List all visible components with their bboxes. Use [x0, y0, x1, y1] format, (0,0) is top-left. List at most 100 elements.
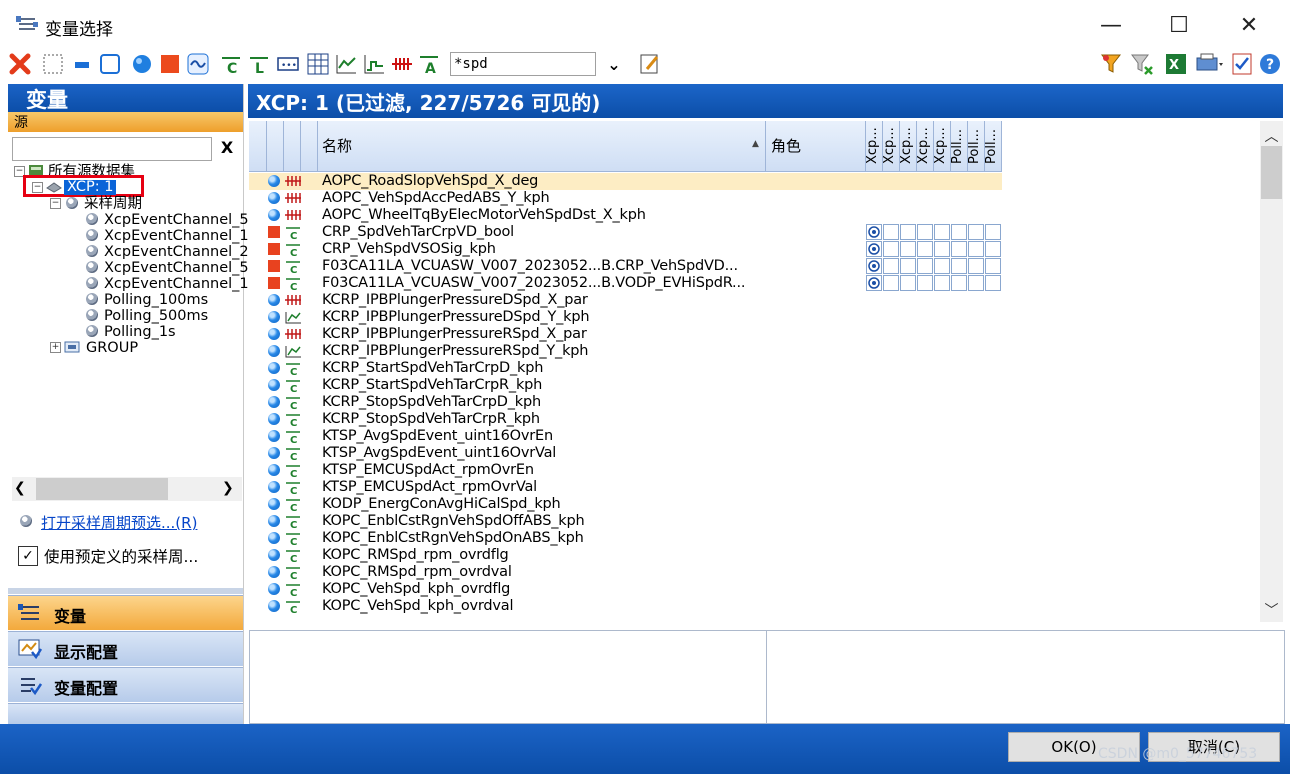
source-search-input[interactable]: [12, 137, 212, 161]
use-predefined-checkbox[interactable]: ✓: [18, 546, 38, 566]
table-row[interactable]: C CRP_SpdVehTarCrpVD_bool: [249, 224, 1260, 241]
column-header-channel[interactable]: Xcp...: [917, 124, 933, 170]
table-row[interactable]: AOPC_WheelTqByElecMotorVehSpdDst_X_kph: [249, 207, 1260, 224]
channel-cell-active[interactable]: [866, 241, 882, 257]
maximize-button[interactable]: ☐: [1156, 8, 1202, 44]
scrollbar-thumb[interactable]: [1261, 146, 1282, 199]
table-row[interactable]: KCRP_IPBPlungerPressureDSpd_X_par: [249, 292, 1260, 309]
channel-cell[interactable]: [900, 275, 916, 291]
column-header-channel[interactable]: Poll...: [968, 124, 984, 170]
scroll-down-icon[interactable]: ﹀: [1260, 600, 1283, 620]
channel-cell[interactable]: [934, 258, 950, 274]
channel-cell[interactable]: [951, 224, 967, 240]
close-button[interactable]: ✕: [1226, 8, 1272, 44]
minimize-button[interactable]: —: [1088, 8, 1134, 44]
line-chart-icon[interactable]: [334, 52, 358, 76]
tree-item-channel[interactable]: XcpEventChannel_1: [104, 228, 249, 244]
table-row[interactable]: C KOPC_VehSpd_kph_ovrdval: [249, 598, 1260, 615]
table-row[interactable]: C KOPC_RMSpd_rpm_ovrdflg: [249, 547, 1260, 564]
signal-icon[interactable]: [390, 52, 414, 76]
channel-cell[interactable]: [968, 224, 984, 240]
help-icon[interactable]: ?: [1258, 52, 1282, 76]
channel-cell[interactable]: [985, 275, 1001, 291]
type-l-icon[interactable]: L: [248, 52, 272, 76]
table-row[interactable]: C KOPC_VehSpd_kph_ovrdflg: [249, 581, 1260, 598]
tree-expander[interactable]: −: [50, 198, 61, 209]
channel-cell[interactable]: [968, 258, 984, 274]
nav-variable-config[interactable]: 变量配置: [8, 667, 243, 702]
channel-cell[interactable]: [968, 275, 984, 291]
channel-cell[interactable]: [985, 224, 1001, 240]
nav-variables[interactable]: 变量: [8, 595, 243, 630]
expand-down-icon[interactable]: ⌄: [602, 52, 626, 76]
table-row[interactable]: KCRP_IPBPlungerPressureDSpd_Y_kph: [249, 309, 1260, 326]
column-header-channel[interactable]: Xcp...: [900, 124, 916, 170]
tree-item-channel[interactable]: XcpEventChannel_5: [104, 212, 249, 228]
edit-icon[interactable]: [638, 52, 662, 76]
channel-cell[interactable]: [951, 241, 967, 257]
step-chart-icon[interactable]: [362, 52, 386, 76]
table-row[interactable]: C F03CA11LA_VCUASW_V007_2023052...B.VODP_…: [249, 275, 1260, 292]
checklist-icon[interactable]: [1230, 52, 1254, 76]
select-none-icon[interactable]: [41, 52, 65, 76]
table-row[interactable]: C KCRP_StartSpdVehTarCrpD_kph: [249, 360, 1260, 377]
nav-overflow-bar[interactable]: [8, 703, 243, 724]
table-row[interactable]: C KTSP_AvgSpdEvent_uint16OvrEn: [249, 428, 1260, 445]
print-icon[interactable]: [1194, 52, 1226, 76]
tree-item-channel[interactable]: XcpEventChannel_2: [104, 244, 249, 260]
channel-cell[interactable]: [985, 241, 1001, 257]
channel-cell[interactable]: [934, 241, 950, 257]
channel-cell[interactable]: [934, 275, 950, 291]
channel-cell[interactable]: [934, 224, 950, 240]
filter-icon[interactable]: [1100, 52, 1124, 76]
column-header-channel[interactable]: Xcp...: [866, 124, 882, 170]
table-row[interactable]: C KOPC_RMSpd_rpm_ovrdval: [249, 564, 1260, 581]
channel-cell[interactable]: [900, 241, 916, 257]
channel-cell-active[interactable]: [866, 258, 882, 274]
type-c-icon[interactable]: C: [220, 52, 244, 76]
channel-cell[interactable]: [968, 241, 984, 257]
filter-input[interactable]: *spd: [450, 52, 596, 76]
delete-icon[interactable]: [8, 52, 32, 76]
channel-cell-active[interactable]: [866, 275, 882, 291]
channel-cell-active[interactable]: [866, 224, 882, 240]
channel-cell[interactable]: [917, 224, 933, 240]
tree-item-group[interactable]: GROUP: [86, 340, 138, 356]
column-header-channel[interactable]: Xcp...: [934, 124, 950, 170]
channel-cell[interactable]: [900, 258, 916, 274]
table-row[interactable]: KCRP_IPBPlungerPressureRSpd_Y_kph: [249, 343, 1260, 360]
panel-splitter[interactable]: [8, 588, 243, 594]
column-header-channel[interactable]: Poll...: [951, 124, 967, 170]
table-row[interactable]: C KTSP_EMCUSpdAct_rpmOvrVal: [249, 479, 1260, 496]
nav-display-config[interactable]: 显示配置: [8, 631, 243, 666]
tree-item-sample-period[interactable]: 采样周期: [84, 196, 142, 212]
tree-item-polling[interactable]: Polling_100ms: [104, 292, 208, 308]
table-row[interactable]: C KCRP_StartSpdVehTarCrpR_kph: [249, 377, 1260, 394]
excel-icon[interactable]: X: [1164, 52, 1188, 76]
column-header-name[interactable]: 名称: [322, 135, 352, 156]
range-icon[interactable]: •••: [276, 52, 300, 76]
frame-icon[interactable]: [98, 52, 122, 76]
scroll-right-icon[interactable]: ❯: [222, 480, 234, 496]
channel-cell[interactable]: [883, 224, 899, 240]
channel-cell[interactable]: [985, 258, 1001, 274]
tree-item-polling[interactable]: Polling_1s: [104, 324, 176, 340]
ascii-icon[interactable]: A: [418, 52, 442, 76]
channel-cell[interactable]: [883, 241, 899, 257]
clear-search-button[interactable]: X: [214, 137, 240, 159]
channel-cell[interactable]: [917, 241, 933, 257]
table-icon[interactable]: [306, 52, 330, 76]
column-header-channel[interactable]: Poll...: [985, 124, 1001, 170]
tree-item-channel[interactable]: XcpEventChannel_5: [104, 260, 249, 276]
table-row[interactable]: C KOPC_EnblCstRgnVehSpdOffABS_kph: [249, 513, 1260, 530]
table-row[interactable]: C KCRP_StopSpdVehTarCrpR_kph: [249, 411, 1260, 428]
scroll-left-icon[interactable]: ❮: [14, 480, 26, 496]
table-row[interactable]: AOPC_RoadSlopVehSpd_X_deg: [249, 173, 1002, 190]
measure-icon[interactable]: [130, 52, 154, 76]
tree-expander[interactable]: +: [50, 342, 61, 353]
channel-cell[interactable]: [917, 275, 933, 291]
column-header-channel[interactable]: Xcp...: [883, 124, 899, 170]
channel-cell[interactable]: [917, 258, 933, 274]
table-row[interactable]: C CRP_VehSpdVSOSig_kph: [249, 241, 1260, 258]
table-row[interactable]: C F03CA11LA_VCUASW_V007_2023052...B.CRP_V…: [249, 258, 1260, 275]
